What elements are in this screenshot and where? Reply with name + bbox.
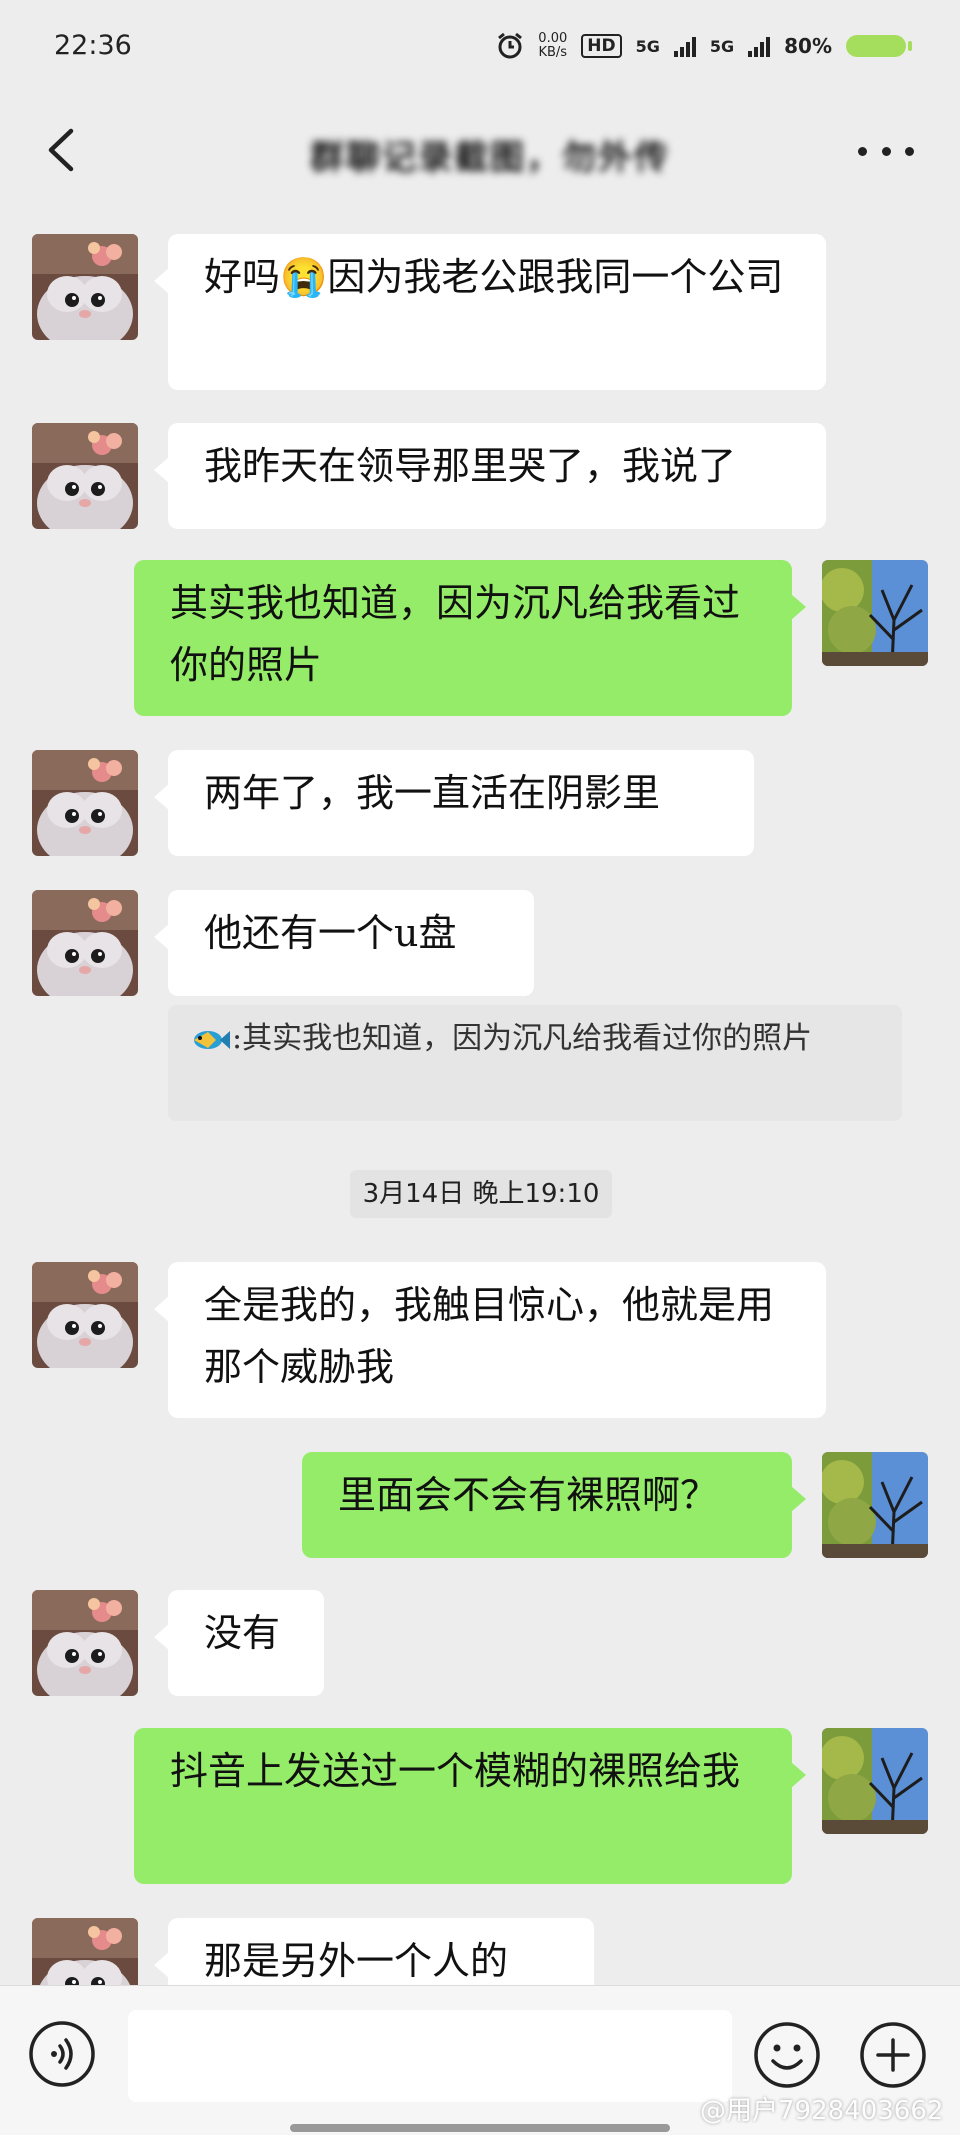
status-icons: 0.00 KB/s HD 5G 5G 80% [496,31,912,60]
hd-badge: HD [581,34,622,58]
signal-icon [673,35,696,57]
avatar[interactable] [32,890,138,996]
message-bubble-incoming[interactable]: 我昨天在领导那里哭了，我说了 [154,423,826,529]
avatar[interactable] [822,560,928,666]
status-bar: 22:36 0.00 KB/s HD 5G 5G 80% [0,0,960,100]
avatar[interactable] [32,423,138,529]
battery-icon [846,35,912,57]
back-icon[interactable] [36,126,84,174]
alarm-icon [498,32,523,59]
avatar[interactable] [32,750,138,856]
message-bubble-incoming[interactable]: 他还有一个u盘 [154,890,534,996]
message-bubble-outgoing[interactable]: 里面会不会有裸照啊？ [302,1452,806,1558]
message-bubble-incoming[interactable]: 两年了，我一直活在阴影里 [154,750,754,856]
voice-icon[interactable] [28,2020,96,2088]
battery-percent: 80% [784,34,832,58]
watermark: @用户7928403662 [700,2096,944,2126]
home-indicator[interactable] [290,2124,670,2132]
message-bubble-incoming[interactable]: 没有 [154,1590,324,1696]
avatar[interactable] [32,1590,138,1696]
more-icon[interactable] [858,136,914,166]
emoji-icon[interactable] [752,2020,822,2090]
avatar[interactable] [32,1262,138,1368]
signal-icon [748,35,771,57]
chat-header: 群聊记录截图，勿外传 [0,100,960,200]
plus-icon[interactable] [858,2020,928,2090]
message-input[interactable] [128,2010,732,2102]
clock: 22:36 [54,30,132,61]
chat-title: 群聊记录截图，勿外传 [310,138,670,178]
net-speed: 0.00 KB/s [538,31,568,60]
message-bubble-incoming[interactable]: 全是我的，我触目惊心，他就是用那个威胁我 [154,1262,826,1418]
message-bubble-outgoing[interactable]: 抖音上发送过一个模糊的裸照给我 [134,1728,806,1884]
quoted-text: :其实我也知道，因为沉凡给我看过你的照片 [232,1021,813,1056]
timestamp: 3月14日 晚上19:10 [350,1170,612,1218]
avatar[interactable] [822,1452,928,1558]
avatar[interactable] [822,1728,928,1834]
avatar[interactable] [32,234,138,340]
quoted-reply[interactable]: :其实我也知道，因为沉凡给我看过你的照片 [168,1005,902,1121]
message-bubble-outgoing[interactable]: 其实我也知道，因为沉凡给我看过你的照片 [134,560,806,716]
signal-label-1: 5G [635,36,660,56]
signal-label-2: 5G [709,36,735,56]
message-bubble-incoming[interactable]: 好吗😭因为我老公跟我同一个公司 [154,234,826,390]
fish-emoji-icon [194,1031,230,1049]
